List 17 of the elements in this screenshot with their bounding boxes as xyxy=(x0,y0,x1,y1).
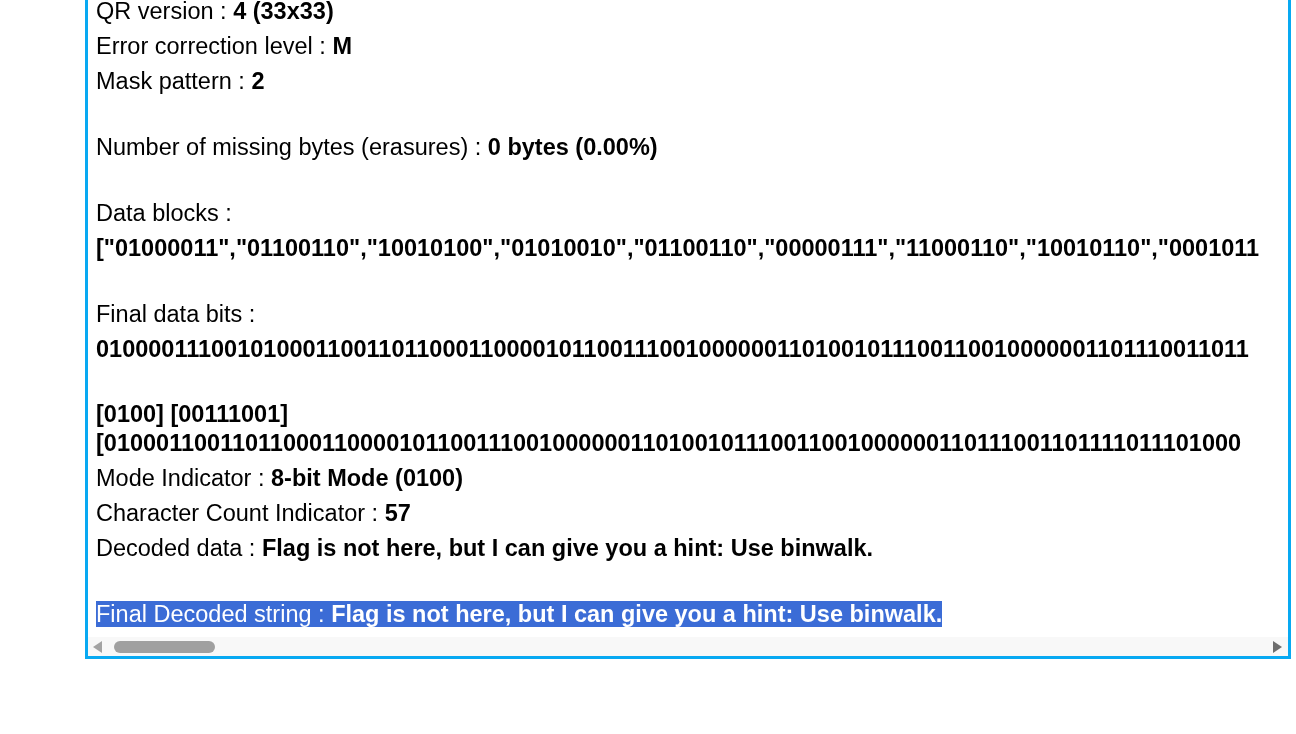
info-line: Decoded data : Flag is not here, but I can give you a hint: Use binwalk. xyxy=(96,535,874,561)
bit-string: [01000110011011000110000101100111001000000110100101110011001000000110111001101111011101000 xyxy=(96,430,1242,456)
scroll-right-icon[interactable] xyxy=(1273,640,1282,653)
bit-string: [0100] [00111001] xyxy=(96,401,289,427)
info-line: QR version : 4 (33x33) xyxy=(96,0,334,24)
info-line: Mode Indicator : 8-bit Mode (0100) xyxy=(96,465,463,491)
section-label: Final data bits : xyxy=(96,301,256,327)
scrollbar-thumb[interactable] xyxy=(114,640,215,653)
info-line: Character Count Indicator : 57 xyxy=(96,500,411,526)
section-label: Data blocks : xyxy=(96,200,232,226)
info-line: Mask pattern : 2 xyxy=(96,68,265,94)
horizontal-scrollbar[interactable] xyxy=(88,637,1288,656)
info-line: Error correction level : M xyxy=(96,33,352,59)
bit-string: 010000111001010001100110110001100001011001110010000001101001011100110010000001101110011011 xyxy=(96,336,1249,362)
bit-string: ["01000011","01100110","10010100","01010010","01100110","00000111","11000110","10010110","0001011 xyxy=(96,235,1260,261)
info-line: Number of missing bytes (erasures) : 0 bytes (0.00%) xyxy=(96,134,658,160)
scroll-left-icon[interactable] xyxy=(93,640,102,653)
